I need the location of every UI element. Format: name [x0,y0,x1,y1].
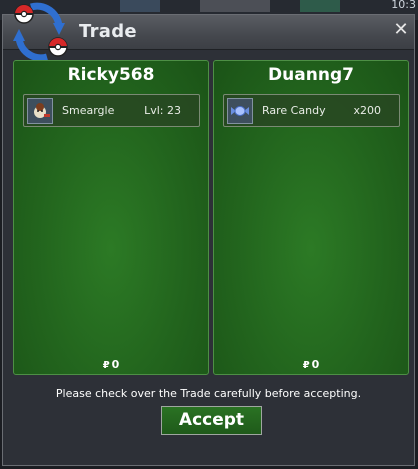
window-title: Trade [79,21,137,42]
world-tile [300,0,340,12]
pokedollar-icon: ₽ [302,360,310,371]
item-name: Smeargle [62,104,115,117]
accept-button[interactable]: Accept [161,406,262,435]
trade-swap-icon [13,2,68,61]
right-offer-panel: Duanng7 Rare Candy x200 ₽0 [213,60,409,375]
right-player-name: Duanng7 [268,65,354,85]
close-button[interactable]: ✕ [392,21,410,39]
clock-text: 10:3 [391,0,416,11]
item-name: Rare Candy [262,104,326,117]
rare-candy-icon [227,98,253,124]
left-offer-panel: Ricky568 Smeargle Lvl: 23 ₽0 [13,60,209,375]
left-money: ₽0 [14,358,208,371]
item-detail: x200 [353,104,381,117]
offer-item-slot[interactable]: Smeargle Lvl: 23 [23,94,200,127]
item-detail: Lvl: 23 [144,104,181,117]
left-player-name: Ricky568 [67,65,155,85]
money-amount: 0 [111,358,120,371]
trade-window: Trade ✕ Ricky568 Smeargle Lvl: 23 ₽ 0 Du… [2,2,415,466]
money-amount: 0 [311,358,320,371]
trade-warning-text: Please check over the Trade carefully be… [55,387,362,400]
smeargle-pokemon-icon [27,98,53,124]
offer-item-slot[interactable]: Rare Candy x200 [223,94,400,127]
right-money: ₽0 [214,358,408,371]
world-tile [120,0,160,12]
pokedollar-icon: ₽ [102,360,110,371]
world-tile [200,0,270,12]
